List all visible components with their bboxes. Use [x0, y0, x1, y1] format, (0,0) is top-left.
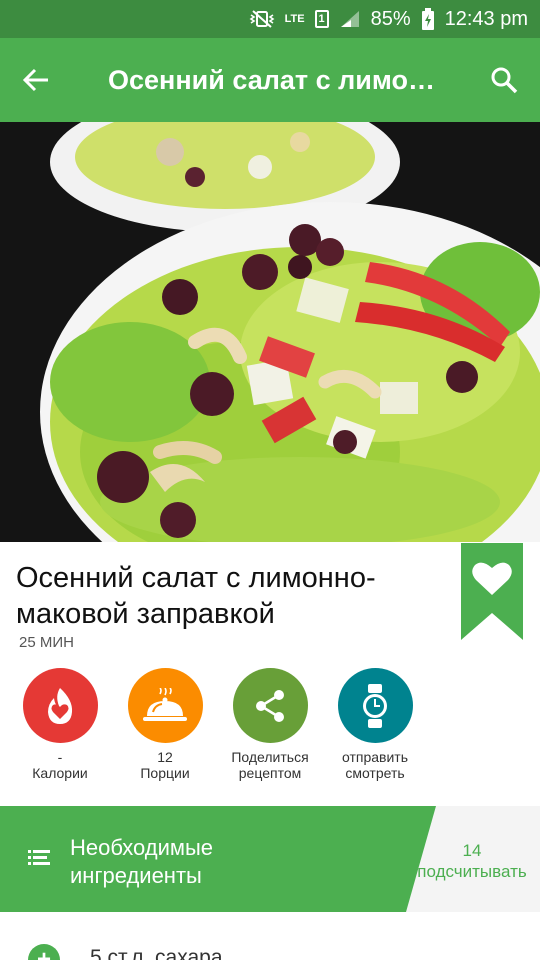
vibrate-mute-icon [249, 9, 275, 29]
signal-icon [339, 9, 361, 29]
share-label-line1: Поделиться [231, 749, 309, 765]
arrow-left-icon [22, 68, 48, 92]
calories-label: Калории [32, 765, 88, 781]
calories-action[interactable]: - Калории [5, 668, 115, 781]
favorite-button[interactable] [461, 543, 523, 640]
list-icon [28, 850, 50, 865]
ingredients-count-label: подсчитывать [417, 862, 527, 881]
battery-percent: 85% [370, 7, 411, 30]
share-label-line2: рецептом [238, 765, 302, 781]
share-icon [232, 668, 308, 743]
recipe-photo [0, 122, 540, 542]
ingredients-title-line2: ингредиенты [70, 863, 202, 888]
search-button[interactable] [468, 38, 540, 122]
share-recipe-action[interactable]: Поделиться рецептом [215, 668, 325, 781]
serving-dish-icon [127, 668, 203, 743]
ingredient-row[interactable]: + 5 ст.л. сахара [0, 930, 540, 960]
ingredients-title: Необходимые ингредиенты [70, 834, 213, 890]
ingredients-title-line1: Необходимые [70, 835, 214, 860]
app-bar: Осенний салат с лимонно-маковой заправко… [0, 38, 540, 122]
servings-value: 12 [157, 749, 173, 765]
sim-indicator: 1 [314, 10, 329, 28]
lte-indicator: LTE [284, 13, 305, 25]
network-type: LTE [284, 13, 305, 25]
app-bar-title: Осенний салат с лимонно-маковой заправко… [108, 64, 468, 95]
clock: 12:43 pm [444, 7, 528, 30]
recipe-title: Осенний салат с лимонно-маковой заправко… [16, 562, 376, 630]
calories-value: - [57, 749, 63, 765]
ingredients-count-value: 14 [462, 841, 482, 860]
calorie-flame-heart-icon [22, 668, 98, 743]
ingredients-count[interactable]: 14 подсчитывать [412, 840, 532, 882]
servings-action[interactable]: 12 Порции [110, 668, 220, 781]
search-icon [491, 67, 518, 94]
watch-label-line2: смотреть [345, 765, 405, 781]
servings-label: Порции [140, 765, 190, 781]
status-bar: LTE 1 85% 12:43 pm [0, 0, 540, 38]
ingredients-header[interactable]: Необходимые ингредиенты 14 подсчитывать [0, 806, 540, 912]
watch-icon [337, 668, 413, 743]
watch-label-line1: отправить [341, 749, 408, 765]
ingredient-text: 5 ст.л. сахара [90, 946, 223, 960]
recipe-actions: - Калории 12 Порции Поделиться рецептом … [0, 668, 540, 788]
cook-time: 25 МИН [19, 634, 74, 651]
battery-charging-icon [421, 8, 435, 30]
add-ingredient-icon[interactable]: + [28, 944, 60, 960]
back-button[interactable] [0, 38, 72, 122]
send-to-watch-action[interactable]: отправить смотреть [320, 668, 430, 781]
